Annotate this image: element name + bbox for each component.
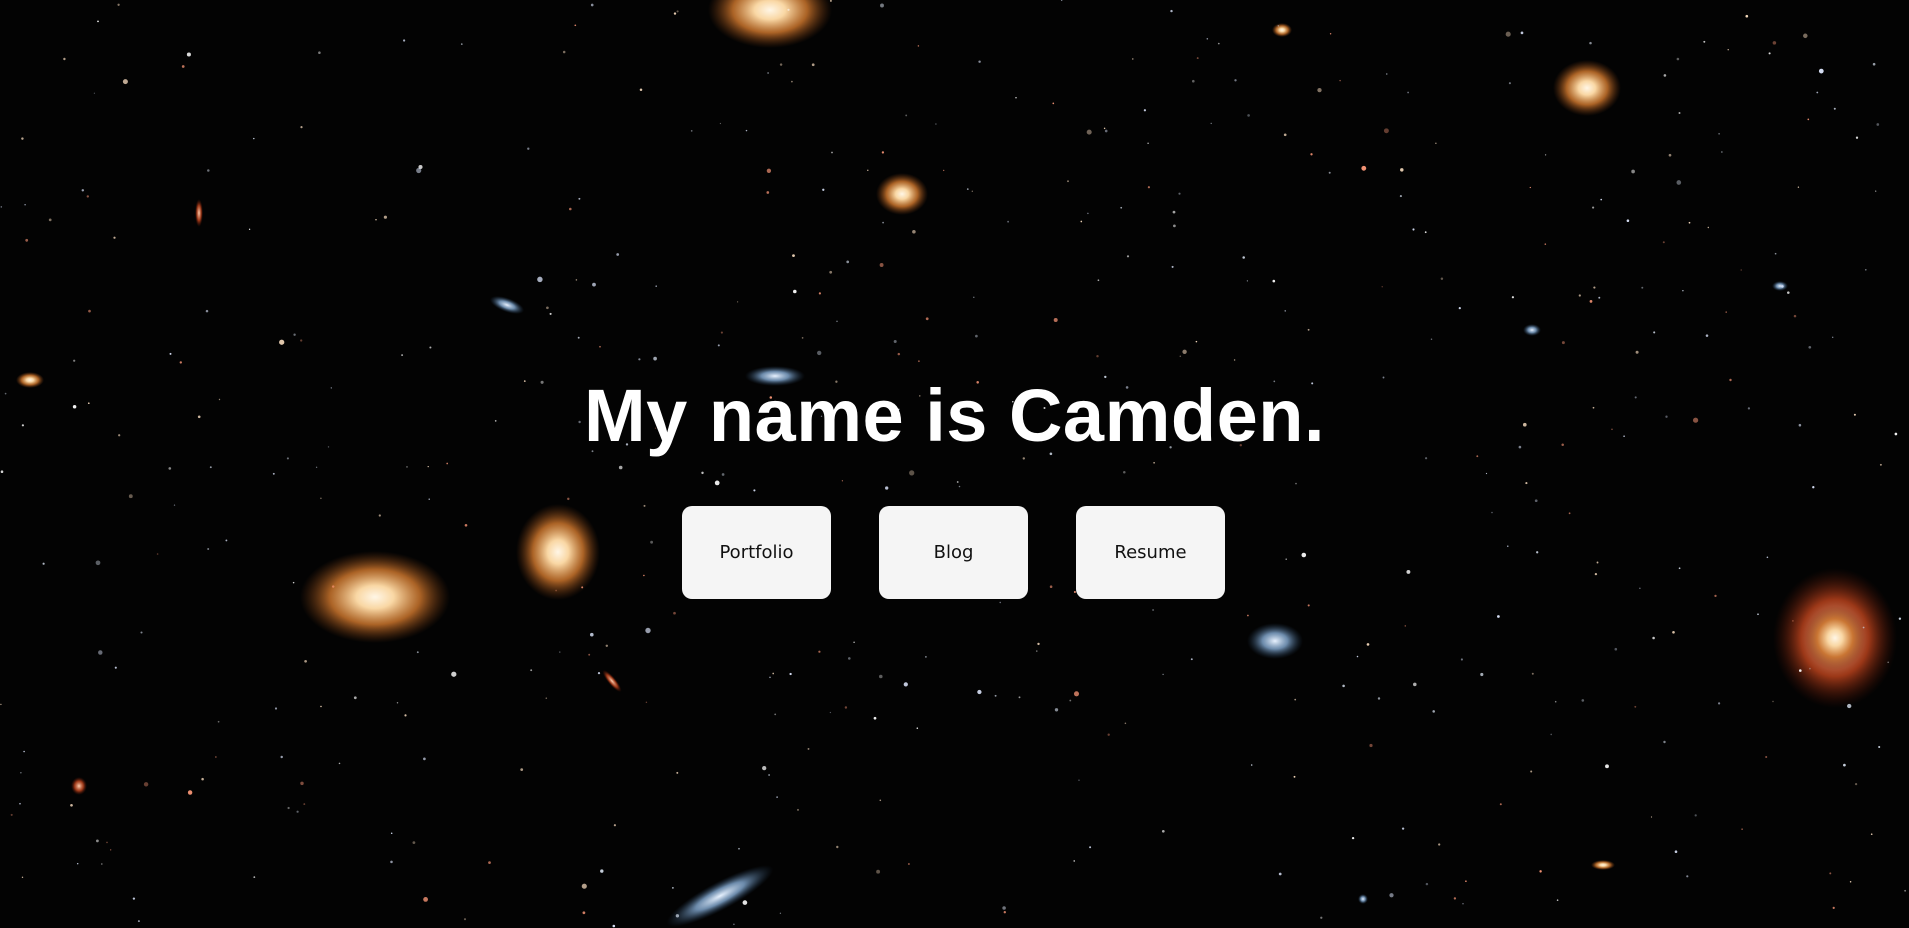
nav-buttons: Portfolio Blog Resume [682,506,1225,599]
portfolio-button[interactable]: Portfolio [682,506,831,599]
resume-button[interactable]: Resume [1076,506,1225,599]
hero-section: My name is Camden. Portfolio Blog Resume [0,0,1909,928]
blog-button[interactable]: Blog [879,506,1028,599]
page-title: My name is Camden. [583,374,1325,457]
